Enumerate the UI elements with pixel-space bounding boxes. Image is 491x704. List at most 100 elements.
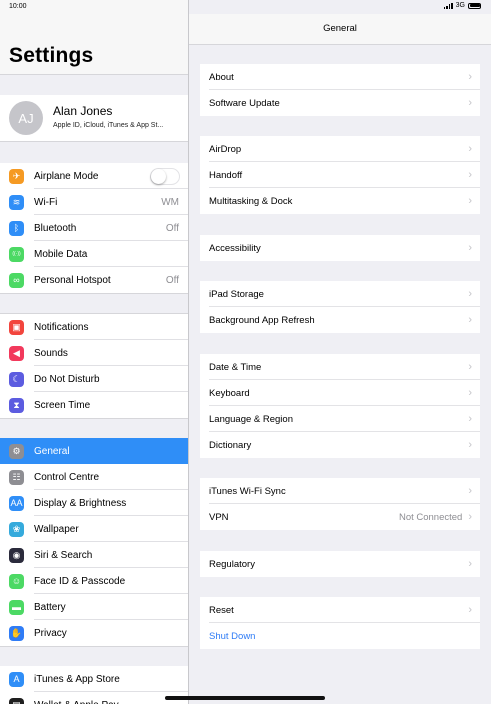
- sidebar-item-label: Airplane Mode: [34, 170, 99, 182]
- sidebar-item-label: Siri & Search: [34, 549, 93, 561]
- sidebar-item-label: Screen Time: [34, 399, 91, 411]
- general-item-reset[interactable]: Reset ›: [200, 597, 480, 623]
- battery-status-icon: [468, 2, 481, 9]
- notifications-icon: ▣: [9, 319, 24, 335]
- sidebar-item-mobile-data[interactable]: ((·)) Mobile Data: [0, 241, 188, 267]
- chevron-right-icon: ›: [468, 558, 472, 570]
- wifi-icon: ≋: [9, 194, 24, 210]
- general-item-multitasking-and-dock[interactable]: Multitasking & Dock ›: [200, 188, 480, 214]
- sidebar-item-label: Do Not Disturb: [34, 373, 100, 385]
- section-gap: [0, 646, 188, 667]
- sidebar-item-battery[interactable]: ▬ Battery: [0, 594, 188, 620]
- apple-id-profile[interactable]: AJ Alan Jones Apple ID, iCloud, iTunes &…: [0, 95, 188, 141]
- general-item-regulatory[interactable]: Regulatory ›: [200, 551, 480, 577]
- chevron-right-icon: ›: [468, 71, 472, 83]
- general-item-date-and-time[interactable]: Date & Time ›: [200, 354, 480, 380]
- battery-icon: ▬: [9, 599, 24, 615]
- section-gap: [0, 74, 188, 96]
- general-settings-group: Reset › Shut Down: [200, 597, 480, 649]
- sidebar-item-label: Mobile Data: [34, 248, 88, 260]
- general-item-language-and-region[interactable]: Language & Region ›: [200, 406, 480, 432]
- section-gap: [0, 141, 188, 164]
- app-store-icon: A: [9, 671, 24, 687]
- bluetooth-icon: ᛒ: [9, 220, 24, 236]
- gear-icon: ⚙: [9, 443, 24, 459]
- connectivity-group: ✈ Airplane Mode ≋ Wi-Fi WM ᛒ Bluetooth Off ((·))…: [0, 163, 188, 293]
- general-item-background-app-refresh[interactable]: Background App Refresh ›: [200, 307, 480, 333]
- sidebar-item-siri-and-search[interactable]: ◉ Siri & Search: [0, 542, 188, 568]
- notifications-group: ▣ Notifications ◀ Sounds ☾ Do Not Disturb ⧗ Scr…: [0, 314, 188, 418]
- sidebar-item-itunes-and-app-store[interactable]: AiTunes & App Store: [0, 666, 188, 692]
- sidebar-item-privacy[interactable]: ✋ Privacy: [0, 620, 188, 646]
- speaker-icon: ◀: [9, 345, 24, 361]
- general-item-dictionary[interactable]: Dictionary ›: [200, 432, 480, 458]
- chevron-right-icon: ›: [468, 439, 472, 451]
- status-bar: 10:00 3G: [0, 0, 491, 14]
- general-item-label: Keyboard: [209, 387, 250, 399]
- detail-title: General: [189, 14, 491, 45]
- general-item-ipad-storage[interactable]: iPad Storage ›: [200, 281, 480, 307]
- sidebar-item-screen-time[interactable]: ⧗ Screen Time: [0, 392, 188, 418]
- sidebar-item-value: WM: [161, 196, 179, 208]
- sidebar-item-display-and-brightness[interactable]: AA Display & Brightness: [0, 490, 188, 516]
- general-item-label: Accessibility: [209, 242, 261, 254]
- sidebar-item-wi-fi[interactable]: ≋ Wi-Fi WM: [0, 189, 188, 215]
- chevron-right-icon: ›: [468, 485, 472, 497]
- general-settings-group: Accessibility ›: [200, 235, 480, 261]
- sidebar-item-general[interactable]: ⚙ General: [0, 438, 188, 464]
- chevron-right-icon: ›: [468, 195, 472, 207]
- store-group: AiTunes & App Store ▤ Wallet & Apple Pay: [0, 666, 188, 704]
- chevron-right-icon: ›: [468, 97, 472, 109]
- antenna-icon: ((·)): [9, 246, 24, 262]
- general-item-label: AirDrop: [209, 143, 242, 155]
- chevron-right-icon: ›: [468, 387, 472, 399]
- home-indicator[interactable]: [165, 696, 325, 700]
- chevron-right-icon: ›: [468, 361, 472, 373]
- sidebar-item-label: Control Centre: [34, 471, 100, 483]
- sidebar-item-label: Personal Hotspot: [34, 274, 111, 286]
- general-group: ⚙ General ☷ Control Centre AA Display & Brigh…: [0, 438, 188, 646]
- sidebar-item-control-centre[interactable]: ☷ Control Centre: [0, 464, 188, 490]
- hotspot-icon: ∞: [9, 272, 24, 288]
- profile-name: Alan Jones: [53, 104, 113, 118]
- general-item-itunes-wi-fi-sync[interactable]: iTunes Wi-Fi Sync ›: [200, 478, 480, 504]
- sidebar-item-notifications[interactable]: ▣ Notifications: [0, 314, 188, 340]
- general-item-label: Handoff: [209, 169, 243, 181]
- sidebar-item-sounds[interactable]: ◀ Sounds: [0, 340, 188, 366]
- sidebar-item-personal-hotspot[interactable]: ∞ Personal Hotspot Off: [0, 267, 188, 293]
- sidebar-item-face-id-and-passcode[interactable]: ☺ Face ID & Passcode: [0, 568, 188, 594]
- general-item-label: Software Update: [209, 97, 280, 109]
- general-item-software-update[interactable]: Software Update ›: [200, 90, 480, 116]
- general-item-label: About: [209, 71, 234, 83]
- sidebar-item-bluetooth[interactable]: ᛒ Bluetooth Off: [0, 215, 188, 241]
- general-item-airdrop[interactable]: AirDrop ›: [200, 136, 480, 162]
- sidebar-item-label: Wallpaper: [34, 523, 79, 535]
- general-detail-pane: General About › Software Update › AirDrop › Ha…: [189, 0, 491, 704]
- sidebar-item-value: Off: [165, 274, 179, 286]
- sidebar-item-do-not-disturb[interactable]: ☾ Do Not Disturb: [0, 366, 188, 392]
- sidebar-item-wallpaper[interactable]: ❀ Wallpaper: [0, 516, 188, 542]
- general-item-label: Multitasking & Dock: [209, 195, 293, 207]
- sidebar-item-wallet-and-apple-pay[interactable]: ▤ Wallet & Apple Pay: [0, 692, 188, 704]
- siri-icon: ◉: [9, 547, 24, 563]
- hourglass-icon: ⧗: [9, 397, 24, 413]
- sidebar-item-label: General: [34, 445, 70, 457]
- general-item-label: Dictionary: [209, 439, 252, 451]
- general-item-accessibility[interactable]: Accessibility ›: [200, 235, 480, 261]
- section-gap: [0, 293, 188, 314]
- face-id-icon: ☺: [9, 573, 24, 589]
- general-item-handoff[interactable]: Handoff ›: [200, 162, 480, 188]
- general-item-label: Reset: [209, 604, 234, 616]
- settings-sidebar: Settings AJ Alan Jones Apple ID, iCloud,…: [0, 0, 189, 704]
- general-item-keyboard[interactable]: Keyboard ›: [200, 380, 480, 406]
- general-item-shut-down[interactable]: Shut Down: [200, 623, 480, 649]
- general-item-vpn[interactable]: VPN Not Connected ›: [200, 504, 480, 530]
- general-item-about[interactable]: About ›: [200, 64, 480, 90]
- sidebar-item-airplane-mode[interactable]: ✈ Airplane Mode: [0, 163, 188, 189]
- airplane-mode-toggle[interactable]: [150, 167, 180, 185]
- chevron-right-icon: ›: [468, 242, 472, 254]
- general-settings-group: About › Software Update ›: [200, 64, 480, 116]
- signal-icon: [443, 2, 453, 9]
- airplane-icon: ✈: [9, 168, 24, 184]
- general-item-label: iTunes Wi-Fi Sync: [209, 485, 286, 497]
